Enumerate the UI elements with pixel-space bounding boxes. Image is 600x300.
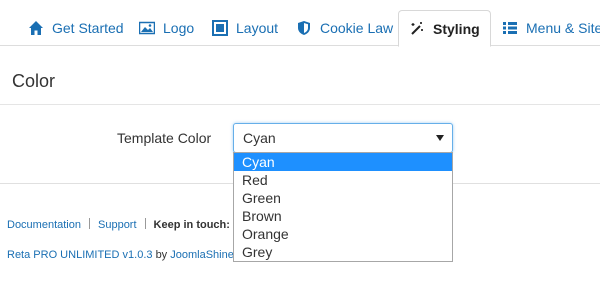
tab-label: Logo bbox=[163, 20, 195, 36]
vendor-link[interactable]: JoomlaShine.c bbox=[170, 249, 242, 261]
template-color-select[interactable]: Cyan bbox=[233, 123, 453, 153]
select-value: Cyan bbox=[243, 130, 276, 146]
tab-label: Layout bbox=[236, 20, 279, 36]
option-red[interactable]: Red bbox=[234, 171, 452, 189]
layout-icon bbox=[212, 20, 228, 36]
tab-logo[interactable]: Logo bbox=[139, 10, 194, 46]
caret-down-icon bbox=[436, 135, 444, 141]
tab-label: Menu & Site bbox=[526, 20, 600, 36]
option-green[interactable]: Green bbox=[234, 189, 452, 207]
product-link[interactable]: Reta PRO UNLIMITED v1.0.3 bbox=[7, 249, 153, 261]
tab-styling[interactable]: Styling bbox=[398, 10, 491, 47]
magic-wand-icon bbox=[409, 21, 425, 37]
tab-label: Styling bbox=[433, 20, 480, 37]
home-icon bbox=[28, 20, 44, 36]
tab-label: Cookie Law bbox=[320, 20, 394, 36]
shield-icon bbox=[296, 20, 312, 36]
separator bbox=[89, 218, 90, 229]
support-link[interactable]: Support bbox=[98, 219, 137, 231]
by-text: by bbox=[155, 249, 168, 261]
tab-bar: Get Started Logo Layout Cookie Law Styli… bbox=[0, 0, 600, 47]
separator bbox=[144, 218, 146, 229]
tab-layout[interactable]: Layout bbox=[212, 10, 278, 46]
footer-credit: Reta PRO UNLIMITED v1.0.3 by JoomlaShine… bbox=[7, 249, 242, 261]
template-color-dropdown: Cyan Red Green Brown Orange Grey bbox=[233, 152, 453, 262]
documentation-link[interactable]: Documentation bbox=[7, 219, 81, 231]
option-orange[interactable]: Orange bbox=[234, 225, 452, 243]
section-title: Color bbox=[12, 71, 56, 91]
divider bbox=[0, 104, 600, 105]
tab-menu-site[interactable]: Menu & Site bbox=[502, 10, 600, 46]
tab-get-started[interactable]: Get Started bbox=[28, 10, 124, 46]
tab-label: Get Started bbox=[52, 20, 124, 36]
image-icon bbox=[139, 20, 155, 36]
footer-links: Documentation Support Keep in touch: bbox=[7, 218, 230, 231]
option-brown[interactable]: Brown bbox=[234, 207, 452, 225]
template-color-label: Template Color bbox=[117, 130, 212, 146]
list-icon bbox=[502, 20, 518, 36]
tab-cookie-law[interactable]: Cookie Law bbox=[296, 10, 393, 46]
option-grey[interactable]: Grey bbox=[234, 243, 452, 261]
keep-in-touch-label: Keep in touch: bbox=[153, 219, 230, 231]
option-cyan[interactable]: Cyan bbox=[234, 153, 452, 171]
